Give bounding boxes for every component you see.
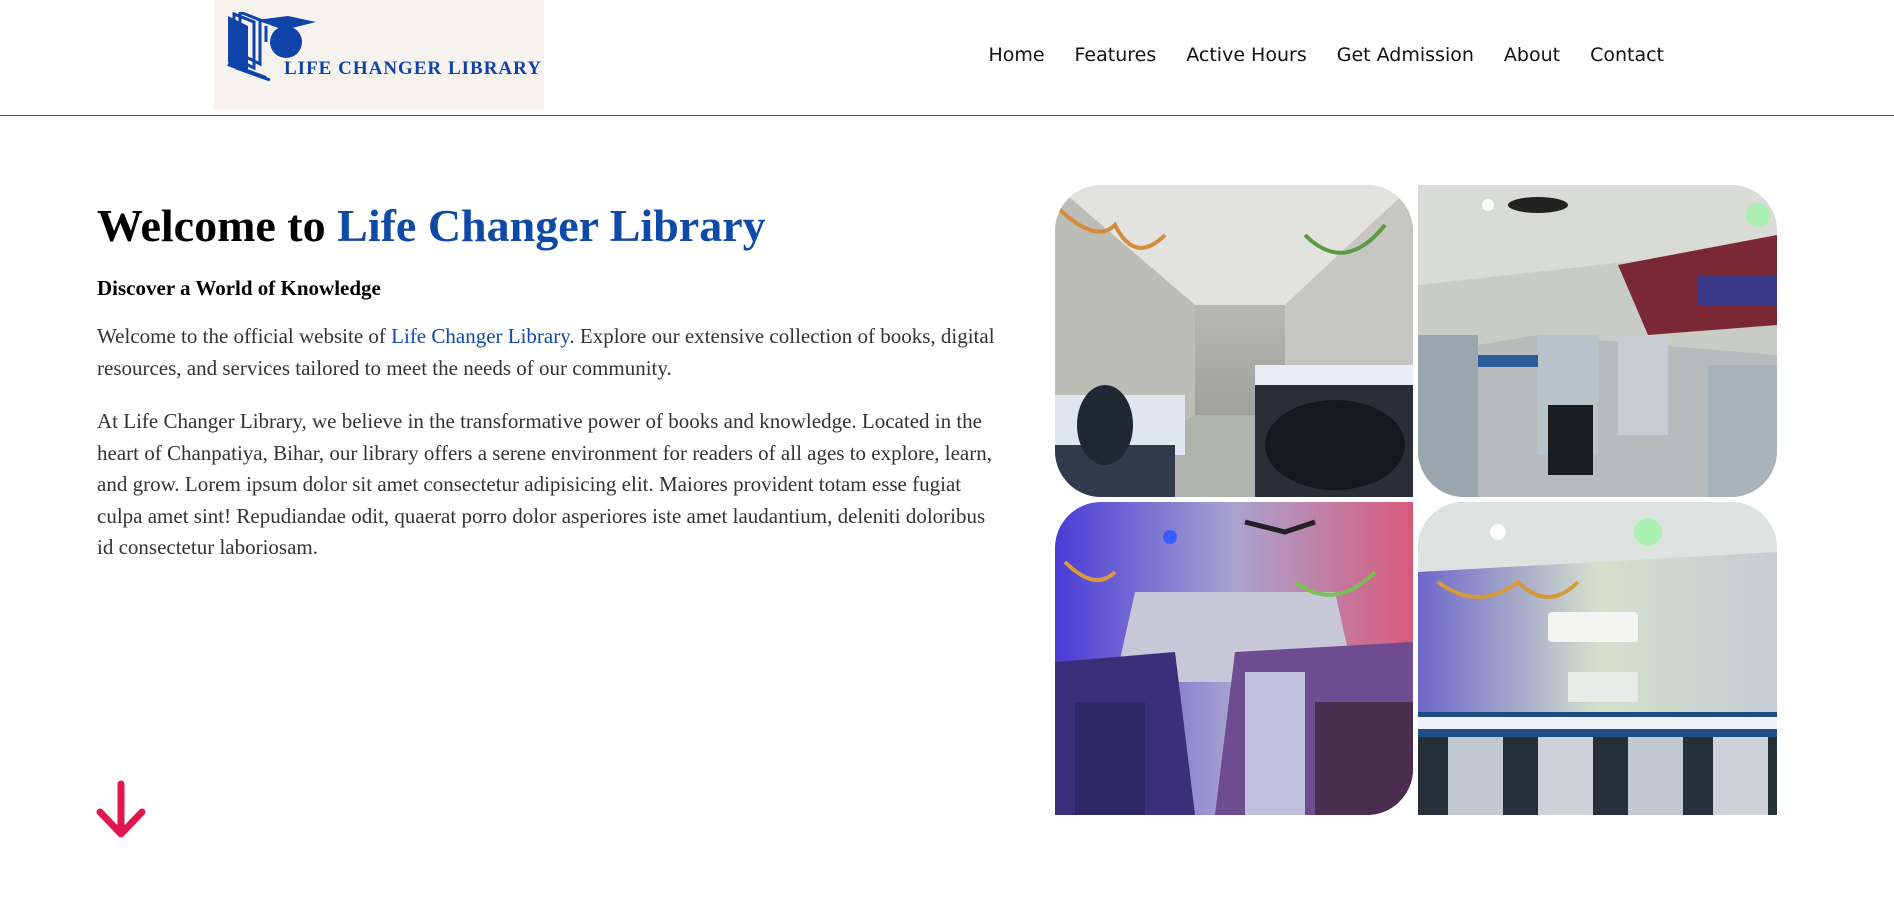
intro-text-start: Welcome to the official website of — [97, 324, 392, 348]
title-accent: Life Changer Library — [337, 200, 766, 251]
logo[interactable]: LIFE CHANGER LIBRARY — [214, 0, 544, 110]
site-header: LIFE CHANGER LIBRARY Home Features Activ… — [0, 0, 1894, 116]
library-photo-3 — [1055, 502, 1413, 815]
nav-features[interactable]: Features — [1075, 44, 1157, 66]
nav-active-hours[interactable]: Active Hours — [1186, 44, 1306, 66]
main-nav: Home Features Active Hours Get Admission… — [988, 44, 1664, 66]
page-title: Welcome to Life Changer Library — [97, 196, 997, 256]
library-name-link: Life Changer Library — [391, 324, 570, 348]
intro-paragraph: Welcome to the official website of Life … — [97, 321, 997, 384]
library-photo-2 — [1418, 185, 1777, 497]
library-photo-1 — [1055, 185, 1413, 497]
hero-content: Welcome to Life Changer Library Discover… — [97, 196, 997, 564]
title-prefix: Welcome to — [97, 200, 338, 251]
hero-subtitle: Discover a World of Knowledge — [97, 276, 381, 300]
nav-about[interactable]: About — [1504, 44, 1560, 66]
arrow-down-icon[interactable] — [95, 780, 147, 840]
nav-contact[interactable]: Contact — [1590, 44, 1664, 66]
library-photo-grid — [1055, 185, 1777, 815]
library-photo-4 — [1418, 502, 1777, 815]
about-paragraph: At Life Changer Library, we believe in t… — [97, 409, 992, 559]
logo-text: LIFE CHANGER LIBRARY — [284, 58, 542, 79]
nav-home[interactable]: Home — [988, 44, 1044, 66]
nav-get-admission[interactable]: Get Admission — [1337, 44, 1474, 66]
